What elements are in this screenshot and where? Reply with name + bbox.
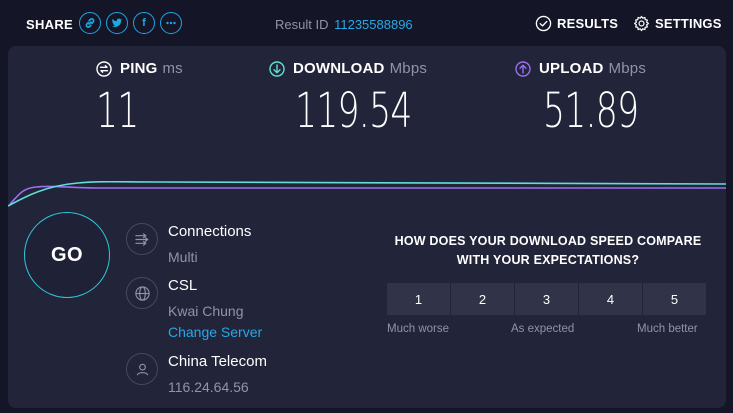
- download-icon: [269, 60, 285, 77]
- user-icon: [126, 353, 158, 385]
- top-bar: SHARE f Result ID 11235588896 RESULTS SE…: [0, 0, 733, 46]
- download-unit: Mbps: [389, 60, 428, 77]
- rating-button-4[interactable]: 4: [579, 283, 642, 315]
- rating-button-1[interactable]: 1: [387, 283, 450, 315]
- results-button[interactable]: RESULTS: [535, 15, 618, 32]
- link-icon[interactable]: [79, 12, 101, 34]
- rating-high-label: Much better: [637, 323, 698, 335]
- results-label: RESULTS: [557, 16, 619, 31]
- download-value: 119.54: [295, 83, 412, 139]
- result-id-label: Result ID: [275, 17, 329, 32]
- gear-icon: [633, 15, 650, 32]
- twitter-icon[interactable]: [106, 12, 128, 34]
- upload-header: UPLOAD Mbps: [515, 60, 675, 77]
- globe-icon: [126, 277, 158, 309]
- isp-name: China Telecom: [168, 353, 267, 370]
- more-icon[interactable]: [160, 12, 182, 34]
- share-label: SHARE: [26, 17, 74, 32]
- rating-button-5[interactable]: 5: [643, 283, 706, 315]
- download-label: DOWNLOAD: [293, 60, 385, 77]
- result-id: Result ID 11235588896: [275, 17, 413, 32]
- connections-value[interactable]: Multi: [168, 248, 251, 266]
- result-id-link[interactable]: 11235588896: [334, 17, 413, 32]
- settings-button[interactable]: SETTINGS: [633, 15, 722, 32]
- upload-value: 51.89: [543, 83, 639, 139]
- ping-metric: PING ms 11: [96, 60, 183, 139]
- upload-graph-line: [9, 185, 726, 205]
- upload-unit: Mbps: [608, 60, 647, 77]
- connections-info: Connections Multi: [126, 223, 251, 266]
- download-graph-line: [8, 180, 726, 207]
- rating-scale: 1 2 3 4 5: [387, 283, 706, 315]
- ping-header: PING ms: [96, 60, 183, 77]
- rating-button-2[interactable]: 2: [451, 283, 514, 315]
- ping-value: 11: [96, 83, 139, 139]
- isp-ip: 116.24.64.56: [168, 379, 249, 395]
- server-name: CSL: [168, 277, 198, 294]
- download-header: DOWNLOAD Mbps: [269, 60, 457, 77]
- results-panel: PING ms 11 DOWNLOAD Mbps 119.54 UPLOAD M…: [8, 46, 726, 408]
- go-button[interactable]: GO: [24, 212, 110, 298]
- download-metric: DOWNLOAD Mbps 119.54: [269, 60, 457, 139]
- connections-icon: [126, 223, 158, 255]
- change-server-link[interactable]: Change Server: [168, 323, 262, 341]
- facebook-icon[interactable]: f: [133, 12, 155, 34]
- ping-unit: ms: [162, 60, 183, 77]
- upload-metric: UPLOAD Mbps 51.89: [515, 60, 675, 139]
- rating-mid-label: As expected: [511, 323, 575, 335]
- server-location: Kwai Chung: [168, 303, 244, 319]
- connections-title: Connections: [168, 223, 252, 240]
- rating-low-label: Much worse: [387, 323, 449, 335]
- ping-icon: [96, 60, 112, 77]
- upload-icon: [515, 60, 531, 77]
- isp-info: China Telecom 116.24.64.56: [126, 353, 267, 396]
- rating-button-3[interactable]: 3: [515, 283, 578, 315]
- ping-label: PING: [120, 60, 158, 77]
- speed-graph: [8, 180, 726, 207]
- server-info: CSL Kwai Chung Change Server: [126, 277, 262, 341]
- check-circle-icon: [535, 15, 552, 32]
- facebook-glyph: f: [142, 17, 146, 29]
- upload-label: UPLOAD: [539, 60, 604, 77]
- survey-question: HOW DOES YOUR DOWNLOAD SPEED COMPARE WIT…: [394, 234, 702, 267]
- settings-label: SETTINGS: [655, 16, 722, 31]
